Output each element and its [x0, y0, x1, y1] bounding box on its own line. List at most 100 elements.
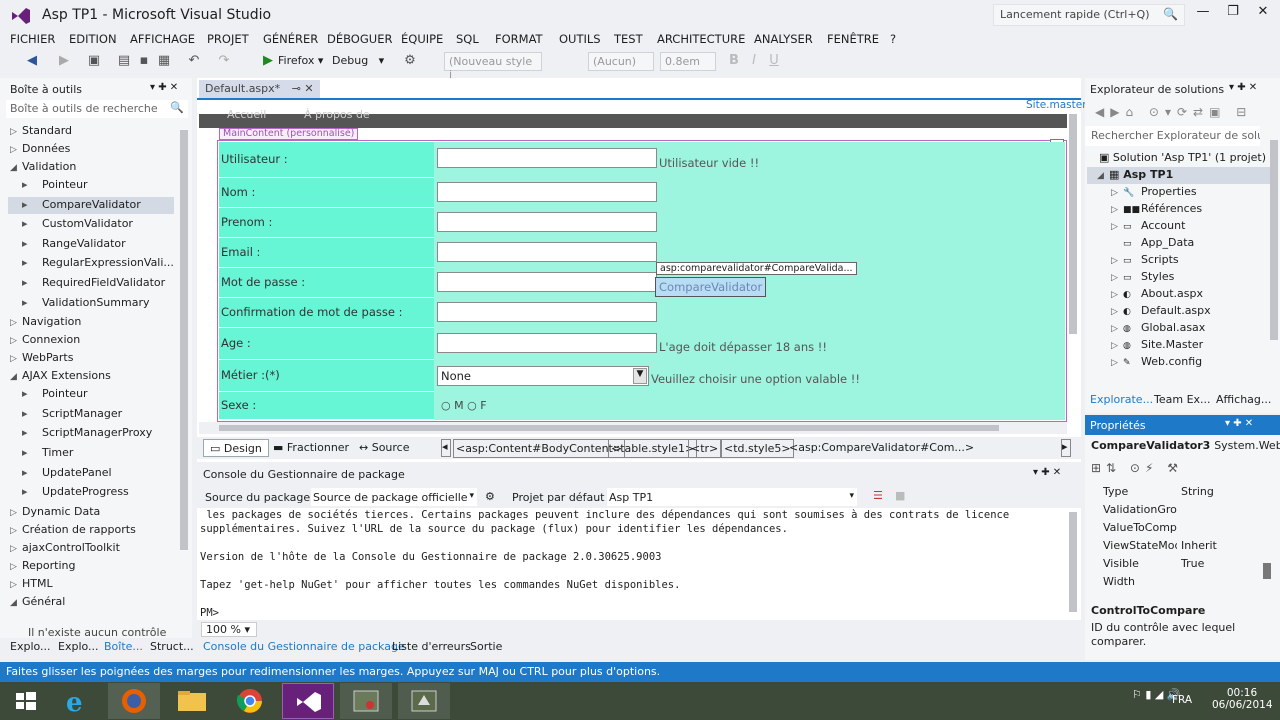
menu-test[interactable]: TEST — [614, 32, 643, 46]
solution-toolbar-icons[interactable]: ◀▶⌂ ⊙▾⟳⇄▣ ⊟ — [1095, 105, 1252, 119]
tab-explorer-1[interactable]: Explo... — [10, 640, 51, 653]
property-name[interactable]: ValueToComp — [1103, 521, 1177, 534]
property-name[interactable]: Width — [1103, 575, 1177, 588]
solution-item[interactable]: ▷ 🔧 Properties — [1111, 185, 1197, 198]
form-text-input[interactable] — [437, 333, 657, 353]
toolbox-item[interactable]: ▷ HTML — [10, 576, 53, 593]
property-name[interactable]: ValidationGrou — [1103, 503, 1177, 516]
toolbox-item[interactable]: ▸ Pointeur — [8, 386, 174, 403]
radio-m[interactable]: ○ M — [441, 399, 464, 412]
windows-start-icon[interactable] — [0, 683, 52, 719]
toolbox-item[interactable]: ▷ Dynamic Data — [10, 504, 100, 521]
menu-architecture[interactable]: ARCHITECTURE — [657, 32, 745, 46]
toolbox-item[interactable]: ▷ Données — [10, 141, 70, 158]
nav-item-apropos[interactable]: À propos de — [304, 108, 370, 121]
form-text-input[interactable] — [437, 272, 657, 292]
toolbox-item[interactable]: ▷ WebParts — [10, 350, 73, 367]
form-text-input[interactable] — [437, 148, 657, 168]
toolbox-item[interactable]: ▸ Pointeur — [8, 177, 174, 194]
app-icon-1[interactable] — [340, 683, 392, 719]
solution-item[interactable]: ▷ ▭ Scripts — [1111, 253, 1179, 266]
stop-icon[interactable]: ■ — [895, 489, 905, 502]
breadcrumb-td[interactable]: <td.style5> — [721, 439, 794, 458]
font-box[interactable]: (Aucun) — [588, 52, 654, 71]
toolbox-pin-icon[interactable]: ▾ ✚ ✕ — [150, 82, 178, 93]
design-vscrollbar[interactable] — [1069, 114, 1077, 334]
properties-object[interactable]: CompareValidator3 System.Web. ▾ — [1091, 439, 1280, 452]
solution-item[interactable]: ▷ ◍ Global.asax — [1111, 321, 1205, 334]
solution-item[interactable]: ▷ ◐ About.aspx — [1111, 287, 1203, 300]
form-text-input[interactable] — [437, 302, 657, 322]
toolbox-item[interactable]: ▸ RangeValidator — [8, 236, 174, 253]
save-icon[interactable]: ▪ — [136, 53, 152, 69]
close-button[interactable]: ✕ — [1248, 4, 1278, 24]
quick-launch-input[interactable]: Lancement rapide (Ctrl+Q) 🔍 — [993, 4, 1185, 26]
zoom-dropdown[interactable]: 100 % ▾ — [201, 622, 257, 637]
form-text-input[interactable] — [437, 182, 657, 202]
browser-dropdown[interactable]: Firefox ▾ — [274, 52, 327, 71]
tab-design[interactable]: ▭ Design — [203, 439, 269, 457]
solution-scrollbar[interactable] — [1270, 140, 1278, 340]
console-pin-icon[interactable]: ▾ ✚ ✕ — [1033, 467, 1061, 478]
toolbox-item[interactable]: ▷ Création de rapports — [10, 522, 136, 539]
solution-item[interactable]: ▷ ◍ Site.Master — [1111, 338, 1203, 351]
tab-explorer-2[interactable]: Explo... — [58, 640, 99, 653]
tab-fractionner[interactable]: ▬ Fractionner — [273, 441, 349, 454]
tab-source[interactable]: ↔ Source — [359, 441, 410, 454]
bold-button[interactable]: B — [726, 53, 742, 69]
tab-default-aspx[interactable]: Default.aspx* ⊸ ✕ — [199, 80, 320, 98]
form-text-input[interactable] — [437, 212, 657, 232]
tab-structure[interactable]: Struct... — [150, 640, 194, 653]
solution-pin-icon[interactable]: ▾ ✚ ✕ — [1229, 82, 1257, 93]
toolbox-item[interactable]: ▸ Timer — [8, 445, 174, 462]
toolbox-item[interactable]: ◢ AJAX Extensions — [10, 368, 111, 385]
toolbox-item[interactable]: ◢ Validation — [10, 159, 76, 176]
breadcrumb-table[interactable]: <table.style1> — [608, 439, 698, 458]
toolbox-item[interactable]: ▷ Navigation — [10, 314, 81, 331]
breadcrumb-tr[interactable]: <tr> — [688, 439, 722, 458]
sexe-radio-group[interactable]: ○ M ○ F — [441, 399, 487, 412]
toolbox-item[interactable]: ▷ Connexion — [10, 332, 80, 349]
menu-generer[interactable]: GÉNÉRER — [263, 32, 318, 46]
project-node[interactable]: ◢ ▦ Asp TP1 — [1087, 167, 1277, 184]
toolbox-item[interactable]: ▸ ScriptManagerProxy — [8, 425, 174, 442]
compare-validator-control[interactable]: CompareValidator — [655, 277, 767, 297]
attach-icon[interactable]: ⚙ — [402, 53, 418, 69]
visual-studio-taskbar-icon[interactable] — [282, 683, 334, 719]
form-text-input[interactable] — [437, 242, 657, 262]
property-value[interactable]: String — [1181, 485, 1214, 498]
solution-item[interactable]: ▷ ▭ Account — [1111, 219, 1185, 232]
console-scrollbar[interactable] — [1069, 512, 1077, 612]
underline-button[interactable]: U — [766, 53, 782, 69]
tab-output[interactable]: Sortie — [470, 640, 502, 653]
new-project-icon[interactable]: ▣ — [86, 53, 102, 69]
property-value[interactable]: Inherit — [1181, 539, 1217, 552]
toolbox-item[interactable]: ◢ Général — [10, 594, 65, 611]
chrome-icon[interactable] — [224, 683, 276, 719]
app-icon-2[interactable] — [398, 683, 450, 719]
console-output[interactable]: les packages de sociétés tierces. Certai… — [197, 508, 1081, 620]
config-dropdown[interactable]: Debug ▾ — [328, 52, 386, 71]
tab-class-view[interactable]: Affichag... — [1216, 393, 1271, 406]
breadcrumb-right-icon[interactable]: ▸ — [1061, 439, 1071, 457]
toolbox-search-input[interactable]: Boîte à outils de recherche 🔍 — [6, 100, 188, 118]
menu-affichage[interactable]: AFFICHAGE — [130, 32, 195, 46]
menu-format[interactable]: FORMAT — [495, 32, 543, 46]
language-indicator[interactable]: FRA — [1172, 694, 1192, 706]
settings-gear-icon[interactable]: ⚙ — [485, 490, 495, 503]
properties-scrollbar[interactable] — [1263, 563, 1271, 579]
breadcrumb-left-icon[interactable]: ◂ — [441, 439, 451, 457]
tab-error-list[interactable]: Liste d'erreurs — [392, 640, 471, 653]
design-hscrollbar[interactable] — [199, 422, 1067, 434]
site-master-link[interactable]: Site.master — [1026, 99, 1087, 111]
solution-root[interactable]: ▣ Solution 'Asp TP1' (1 projet) — [1099, 151, 1266, 164]
package-source-dropdown[interactable]: Source de package officielle ▾ — [311, 488, 477, 506]
tab-toolbox[interactable]: Boîte... — [104, 640, 143, 653]
toolbox-item[interactable]: ▸ RegularExpressionVali... — [8, 255, 174, 272]
menu-fenetre[interactable]: FENÊTRE — [827, 32, 879, 46]
solution-search-input[interactable]: Rechercher Explorateur de solu — [1085, 126, 1260, 146]
property-name[interactable]: Visible — [1103, 557, 1177, 570]
firefox-icon[interactable] — [108, 683, 160, 719]
toolbox-item[interactable]: ▸ ScriptManager — [8, 406, 174, 423]
toolbox-item[interactable]: ▷ Reporting — [10, 558, 75, 575]
